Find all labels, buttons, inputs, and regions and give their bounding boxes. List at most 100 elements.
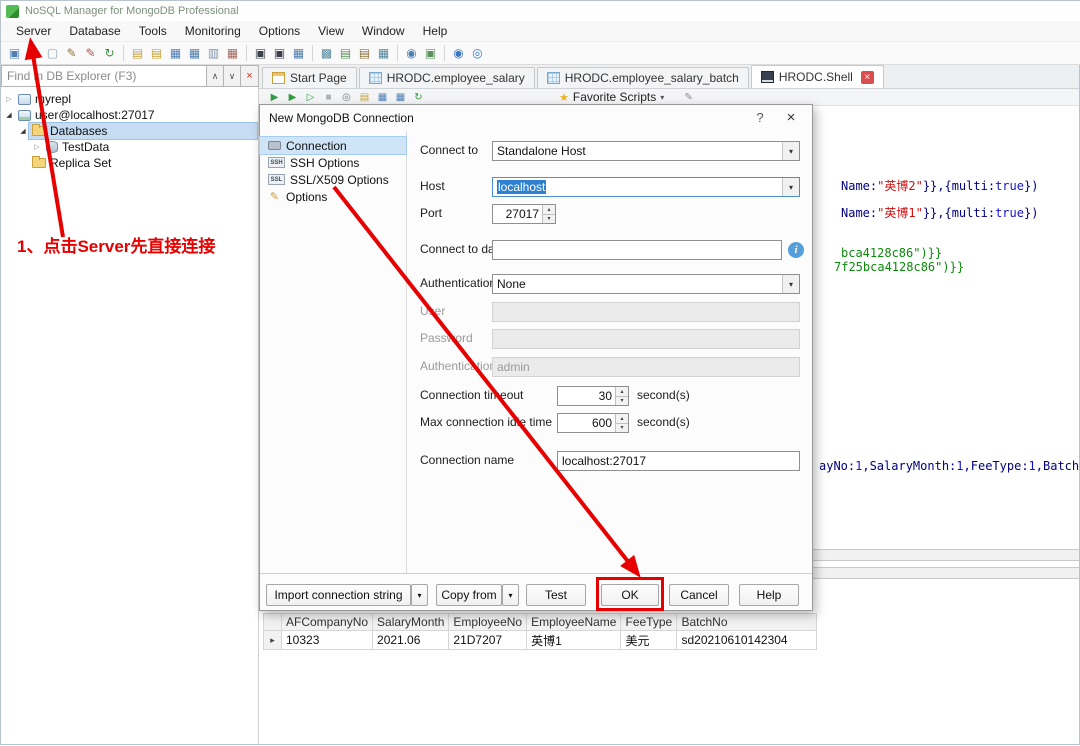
save-script-as-icon[interactable]: ▦: [393, 90, 408, 104]
grid-column-header[interactable]: AFCompanyNo: [280, 613, 374, 631]
menu-item-monitoring[interactable]: Monitoring: [176, 22, 250, 40]
delete-connection-icon[interactable]: ✎: [82, 45, 99, 62]
help-button[interactable]: Help: [739, 584, 799, 606]
grid-column-header[interactable]: BatchNo: [676, 613, 818, 631]
find-next-button[interactable]: ∨: [224, 65, 241, 87]
spin-down-icon[interactable]: ▾: [543, 214, 555, 223]
connect-to-select[interactable]: Standalone Host ▾: [492, 141, 800, 161]
import-icon[interactable]: ▤: [356, 45, 373, 62]
tree-expander-icon[interactable]: ◢: [17, 127, 29, 135]
table-icon[interactable]: ▦: [167, 45, 184, 62]
stop-execution-icon[interactable]: ■: [321, 90, 336, 104]
info-circle-icon[interactable]: ◎: [469, 45, 486, 62]
chevron-down-icon[interactable]: ▾: [782, 142, 799, 160]
table-add-icon[interactable]: ▦: [186, 45, 203, 62]
test-button[interactable]: Test: [526, 584, 586, 606]
monitor-icon[interactable]: ▣: [252, 45, 269, 62]
tree-item-content: user@localhost:27017: [15, 107, 257, 123]
map-reduce-icon[interactable]: ▩: [318, 45, 335, 62]
favorite-scripts-button[interactable]: ★ Favorite Scripts ▾: [559, 90, 664, 104]
execute-script-icon[interactable]: ▶: [267, 90, 282, 104]
connect-icon[interactable]: ▶: [25, 45, 42, 62]
monitor-server-icon[interactable]: ▣: [422, 45, 439, 62]
grid-column-header[interactable]: FeeType: [620, 613, 678, 631]
tab-start-page[interactable]: Start Page: [262, 67, 357, 88]
menu-item-view[interactable]: View: [309, 22, 353, 40]
host-input[interactable]: localhost ▾: [492, 177, 800, 197]
script-history-icon[interactable]: ↻: [411, 90, 426, 104]
new-connection-icon[interactable]: ▣: [6, 45, 23, 62]
tree-expander-icon[interactable]: ▷: [31, 143, 43, 151]
connection-timeout-label: Connection timeout: [420, 388, 524, 402]
edit-connection-icon[interactable]: ✎: [63, 45, 80, 62]
authentication-select[interactable]: None ▾: [492, 274, 800, 294]
chevron-down-icon[interactable]: ▾: [782, 275, 799, 293]
tab-hrodc-employee-salary-batch[interactable]: HRODC.employee_salary_batch: [536, 67, 749, 88]
tree-item-databases[interactable]: ◢ Databases: [1, 122, 258, 140]
port-input[interactable]: 27017 ▴ ▾: [492, 204, 556, 224]
menu-item-server[interactable]: Server: [7, 22, 60, 40]
refresh-icon[interactable]: ↻: [101, 45, 118, 62]
tab-hrodc-shell[interactable]: HRODC.Shell ×: [750, 65, 884, 88]
table-view-icon[interactable]: ▥: [205, 45, 222, 62]
find-close-button[interactable]: ×: [241, 65, 259, 87]
menu-item-options[interactable]: Options: [250, 22, 309, 40]
grid-view-icon[interactable]: ▦: [290, 45, 307, 62]
find-input[interactable]: Find in DB Explorer (F3): [1, 65, 207, 87]
shell-window-icon[interactable]: ▣: [271, 45, 288, 62]
timeout-stepper[interactable]: ▴ ▾: [615, 387, 628, 405]
tree-item-user-localhost-27017[interactable]: ◢ user@localhost:27017: [1, 107, 257, 123]
menu-item-help[interactable]: Help: [414, 22, 457, 40]
tree-expander-icon[interactable]: ▷: [3, 95, 15, 103]
tab-hrodc-employee-salary[interactable]: HRODC.employee_salary: [358, 67, 535, 88]
menu-item-window[interactable]: Window: [353, 22, 414, 40]
database-input[interactable]: [492, 240, 782, 260]
open-script-icon[interactable]: ▤: [357, 90, 372, 104]
grid-column-header[interactable]: EmployeeName: [526, 613, 622, 631]
chevron-down-icon[interactable]: ▾: [782, 178, 799, 196]
tree-item-myrepl[interactable]: ▷ myrepl: [1, 91, 257, 107]
dialog-close-icon[interactable]: ×: [782, 109, 800, 126]
menu-item-database[interactable]: Database: [60, 22, 129, 40]
disconnect-icon[interactable]: ▢: [44, 45, 61, 62]
ok-button[interactable]: OK: [601, 584, 659, 606]
cancel-button[interactable]: Cancel: [669, 584, 729, 606]
aggregate-icon[interactable]: ▦: [375, 45, 392, 62]
info-icon[interactable]: i: [788, 242, 804, 258]
spin-up-icon[interactable]: ▴: [543, 205, 555, 215]
spin-down-icon[interactable]: ▾: [616, 396, 628, 405]
import-dropdown-icon[interactable]: ▾: [411, 584, 428, 606]
find-in-script-icon[interactable]: ◎: [339, 90, 354, 104]
idle-stepper[interactable]: ▴ ▾: [615, 414, 628, 432]
execute-selected-icon[interactable]: ▷: [303, 90, 318, 104]
help-icon[interactable]: ◉: [450, 45, 467, 62]
tab-close-icon[interactable]: ×: [860, 70, 874, 84]
menu-item-tools[interactable]: Tools: [130, 22, 176, 40]
table-row[interactable]: ▸ 10323 2021.06 21D7207 英博1 美元 sd2021061014230…: [263, 630, 818, 650]
users-icon[interactable]: ◉: [403, 45, 420, 62]
execute-statement-icon[interactable]: ▶: [285, 90, 300, 104]
open-folder-icon[interactable]: ▤: [148, 45, 165, 62]
copy-from-dropdown-icon[interactable]: ▾: [502, 584, 519, 606]
max-idle-time-input[interactable]: 600 ▴ ▾: [557, 413, 629, 433]
copy-from-button[interactable]: Copy from: [436, 584, 502, 606]
connection-name-input[interactable]: localhost:27017: [557, 451, 800, 471]
tree-item-testdata[interactable]: ▷ TestData: [1, 139, 257, 155]
port-stepper[interactable]: ▴ ▾: [542, 205, 555, 223]
spin-up-icon[interactable]: ▴: [616, 387, 628, 397]
shell-options-icon[interactable]: ✎: [681, 90, 696, 104]
grid-column-header[interactable]: SalaryMonth: [372, 613, 450, 631]
export-icon[interactable]: ▤: [337, 45, 354, 62]
tree-item-replica-set[interactable]: Replica Set: [1, 155, 257, 171]
dialog-help-icon[interactable]: ?: [752, 110, 768, 125]
save-script-icon[interactable]: ▦: [375, 90, 390, 104]
spin-up-icon[interactable]: ▴: [616, 414, 628, 424]
find-previous-button[interactable]: ∧: [207, 65, 224, 87]
spin-down-icon[interactable]: ▾: [616, 423, 628, 432]
new-database-icon[interactable]: ▤: [129, 45, 146, 62]
grid-column-header[interactable]: EmployeeNo: [448, 613, 528, 631]
import-connection-string-button[interactable]: Import connection string: [266, 584, 411, 606]
connection-timeout-input[interactable]: 30 ▴ ▾: [557, 386, 629, 406]
tree-expander-icon[interactable]: ◢: [3, 111, 15, 119]
table-remove-icon[interactable]: ▦: [224, 45, 241, 62]
